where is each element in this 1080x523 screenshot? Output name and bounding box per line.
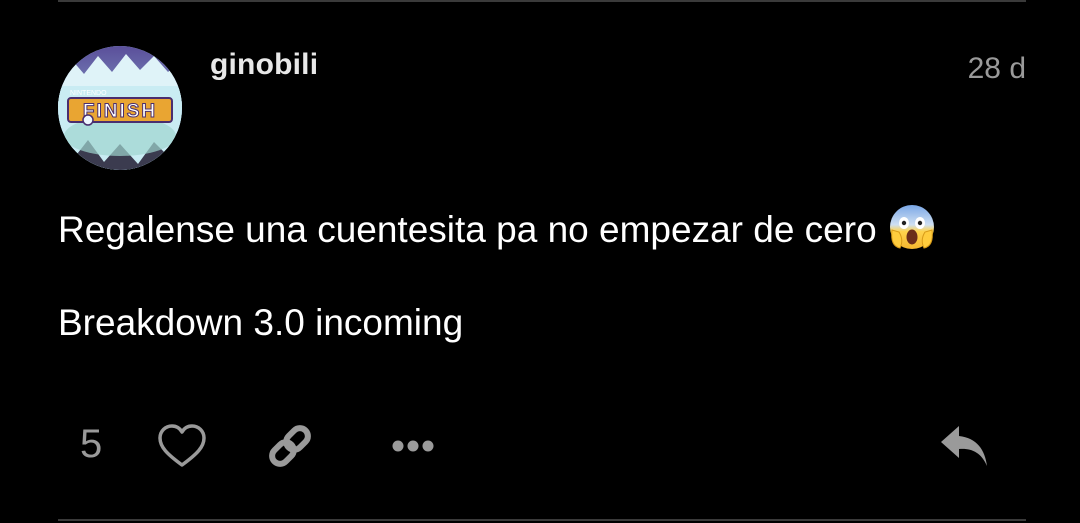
link-icon xyxy=(269,425,311,467)
reply-icon xyxy=(941,426,987,466)
more-icon xyxy=(392,440,434,452)
avatar-big-text: FINISH xyxy=(83,101,157,122)
bottom-divider xyxy=(58,519,1026,521)
post-timestamp[interactable]: 28 d xyxy=(968,52,1026,86)
username[interactable]: ginobili xyxy=(210,48,318,82)
copy-link-button[interactable] xyxy=(262,418,318,474)
screaming-face-emoji-icon xyxy=(889,205,934,249)
post-text-line-2: Breakdown 3.0 incoming xyxy=(58,302,464,343)
post-text-line-1: Regalense una cuentesita pa no empezar d… xyxy=(58,202,937,252)
like-button[interactable] xyxy=(154,418,210,474)
more-options-button[interactable] xyxy=(385,418,441,474)
reply-button[interactable] xyxy=(936,418,992,474)
heart-icon xyxy=(158,424,206,467)
top-divider xyxy=(58,0,1026,2)
avatar-small-text: NINTENDO xyxy=(70,90,107,97)
like-count[interactable]: 5 xyxy=(80,422,102,467)
post-actions-bar: 5 xyxy=(0,418,1080,474)
post-text-line-1-content: Regalense una cuentesita pa no empezar d… xyxy=(58,209,877,250)
avatar[interactable]: NINTENDO FINISH xyxy=(58,46,182,170)
avatar-image: NINTENDO FINISH xyxy=(58,46,182,170)
